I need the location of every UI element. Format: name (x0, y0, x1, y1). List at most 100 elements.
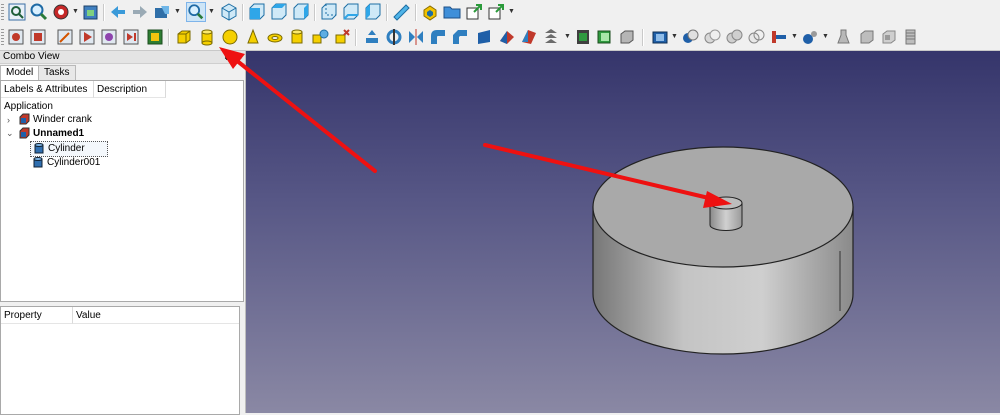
cone-icon[interactable] (243, 27, 263, 47)
chevron-down-icon[interactable]: ▼ (564, 33, 571, 41)
collapse-chevron-icon[interactable]: ⌄ (6, 126, 14, 140)
view-bottom-icon[interactable] (341, 2, 361, 22)
link-select-icon[interactable] (486, 2, 506, 22)
value-header[interactable]: Value (73, 307, 239, 324)
chevron-down-icon[interactable]: ▼ (72, 8, 79, 16)
join-icon[interactable] (769, 27, 789, 47)
chevron-down-icon[interactable]: ▼ (208, 8, 215, 16)
expand-chevron-icon[interactable]: › (7, 113, 10, 127)
cylinder-solid[interactable] (592, 146, 854, 355)
nav-forward-icon[interactable] (130, 2, 150, 22)
cylinder-object-icon (32, 156, 44, 168)
cylinder-object-icon (33, 142, 45, 154)
view-front-icon[interactable] (247, 2, 267, 22)
view-top-icon[interactable] (269, 2, 289, 22)
tree-root-label: Application (4, 101, 53, 112)
close-icon[interactable]: × (237, 51, 242, 63)
view-isometric-icon[interactable] (219, 2, 239, 22)
cut-icon[interactable] (702, 27, 722, 47)
toolbar-separator (242, 4, 244, 21)
tab-tasks[interactable]: Tasks (38, 65, 76, 80)
workbench-icon[interactable] (152, 2, 172, 22)
thickness-icon[interactable] (650, 27, 670, 47)
boolean-icon[interactable] (680, 27, 700, 47)
tree-object-item[interactable]: Cylinder001 (32, 156, 100, 170)
macro-debug-icon[interactable] (99, 27, 119, 47)
shape-builder-icon[interactable] (332, 27, 352, 47)
tree-header-labels[interactable]: Labels & Attributes (1, 81, 94, 98)
zoom-box-icon[interactable] (186, 2, 206, 22)
scene (592, 146, 854, 355)
chevron-down-icon[interactable]: ▼ (174, 8, 181, 16)
chevron-down-icon[interactable]: ▼ (508, 8, 515, 16)
fillet-icon[interactable] (428, 27, 448, 47)
float-panel-icon[interactable]: ⧉ (225, 51, 231, 63)
tree-document-item[interactable]: Winder crank (18, 113, 92, 127)
3d-viewport[interactable] (246, 51, 1000, 413)
section-icon[interactable] (573, 27, 593, 47)
fuse-icon[interactable] (724, 27, 744, 47)
box-icon[interactable] (174, 27, 194, 47)
loft-icon[interactable] (519, 27, 539, 47)
tree-object-item[interactable]: Cylinder (30, 141, 108, 157)
part-icon[interactable] (420, 2, 440, 22)
view-rear-icon[interactable] (319, 2, 339, 22)
property-view: Property Value (0, 306, 240, 415)
tree-document-item[interactable]: Unnamed1 (18, 127, 84, 141)
zoom-icon[interactable] (29, 2, 49, 22)
document-icon (18, 113, 30, 125)
color-per-face-icon[interactable] (901, 27, 921, 47)
nav-back-icon[interactable] (108, 2, 128, 22)
tree-header-description[interactable]: Description (94, 81, 166, 98)
extrude-icon[interactable] (362, 27, 382, 47)
folder-icon[interactable] (442, 2, 462, 22)
chamfer-icon[interactable] (450, 27, 470, 47)
toolbar-grip[interactable] (1, 29, 4, 46)
common-icon[interactable] (746, 27, 766, 47)
view-right-icon[interactable] (291, 2, 311, 22)
sphere-icon[interactable] (220, 27, 240, 47)
split-icon[interactable] (800, 27, 820, 47)
offset-icon[interactable] (617, 27, 637, 47)
macro-stop-icon[interactable] (28, 27, 48, 47)
tree-item-label: Unnamed1 (33, 128, 85, 139)
model-tree: Labels & Attributes Description Applicat… (0, 80, 244, 302)
document-icon (18, 127, 30, 139)
chevron-down-icon[interactable]: ▼ (671, 33, 678, 41)
revolve-icon[interactable] (384, 27, 404, 47)
torus-icon[interactable] (265, 27, 285, 47)
draw-style-icon[interactable] (51, 2, 71, 22)
measure-icon[interactable] (391, 2, 411, 22)
cylinder-icon[interactable] (197, 27, 217, 47)
chevron-down-icon[interactable]: ▼ (822, 33, 829, 41)
tube-icon[interactable] (287, 27, 307, 47)
toolbar-separator (355, 29, 357, 46)
cylinder001-solid[interactable] (709, 196, 743, 231)
tab-model[interactable]: Model (0, 65, 40, 81)
sweep-icon[interactable] (541, 27, 561, 47)
std-viewfit-icon[interactable] (7, 2, 27, 22)
defeaturing-icon[interactable] (857, 27, 877, 47)
combo-view-title-bar: Combo View ⧉ × (0, 51, 245, 64)
mirror-icon[interactable] (406, 27, 426, 47)
make-face-icon[interactable] (474, 27, 494, 47)
macro-record-icon[interactable] (6, 27, 26, 47)
toolbar-separator (103, 4, 105, 21)
view-left-icon[interactable] (363, 2, 383, 22)
combo-view-panel: Combo View ⧉ × Model Tasks Labels & Attr… (0, 51, 246, 415)
macro-step-icon[interactable] (121, 27, 141, 47)
std-view-icon[interactable] (81, 2, 101, 22)
cross-sections-icon[interactable] (595, 27, 615, 47)
ruled-surface-icon[interactable] (497, 27, 517, 47)
macro-step-icon[interactable] (145, 27, 165, 47)
toolbar-grip[interactable] (1, 4, 4, 21)
macro-edit-icon[interactable] (55, 27, 75, 47)
primitives-icon[interactable] (310, 27, 330, 47)
link-make-icon[interactable] (464, 2, 484, 22)
macro-execute-icon[interactable] (77, 27, 97, 47)
chevron-down-icon[interactable]: ▼ (791, 33, 798, 41)
property-header[interactable]: Property (1, 307, 73, 324)
main-toolbar: ▼ ▼ ▼ ▼ (0, 0, 1000, 26)
attachment-icon[interactable] (879, 27, 899, 47)
check-geometry-icon[interactable] (834, 27, 854, 47)
